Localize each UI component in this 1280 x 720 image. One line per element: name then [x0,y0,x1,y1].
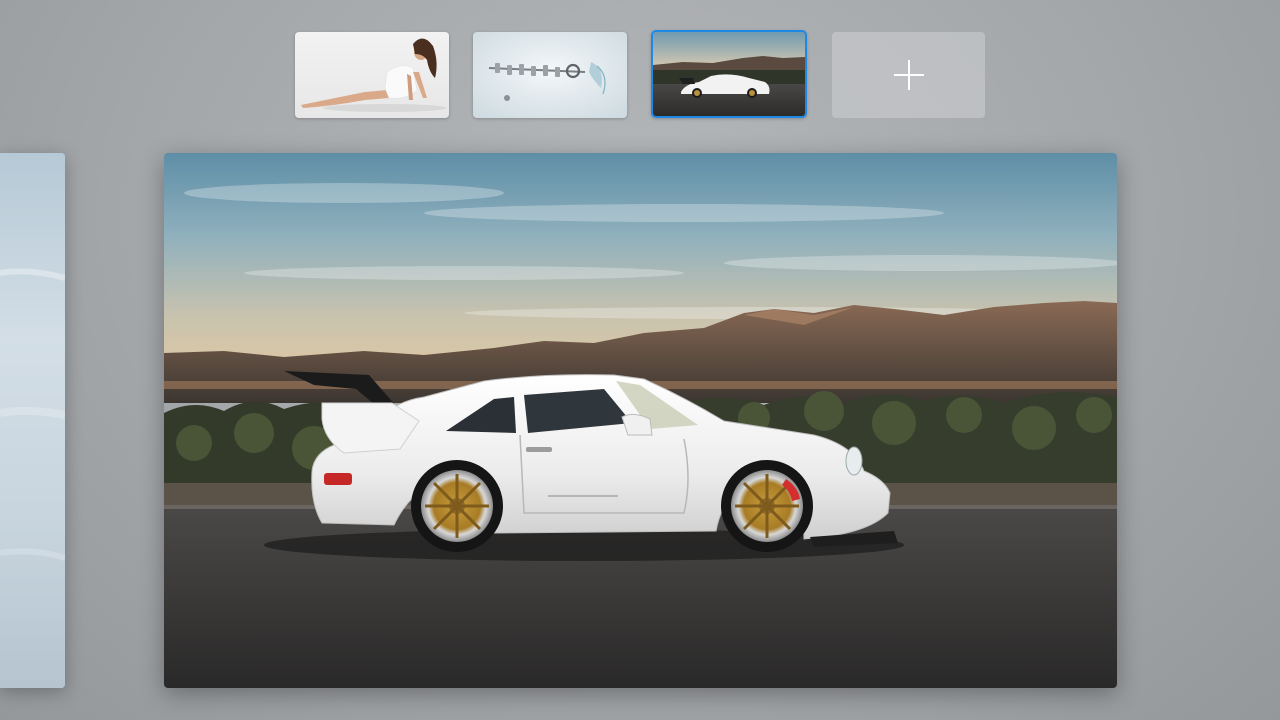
task-switcher [0,0,1280,720]
porsche-desert-photo [164,153,1117,688]
thumb-woman-photo[interactable] [295,32,449,118]
crankshaft-photo-icon [473,32,627,118]
thumb-crankshaft-splash[interactable] [473,32,627,118]
add-window-button[interactable] [832,32,985,118]
previous-window-preview[interactable] [0,153,65,688]
thumb-white-porsche[interactable] [651,30,807,118]
sky-photo-icon [0,153,65,688]
woman-photo-icon [295,32,449,118]
porsche-photo-icon [653,32,805,116]
current-window-preview[interactable] [164,153,1117,688]
